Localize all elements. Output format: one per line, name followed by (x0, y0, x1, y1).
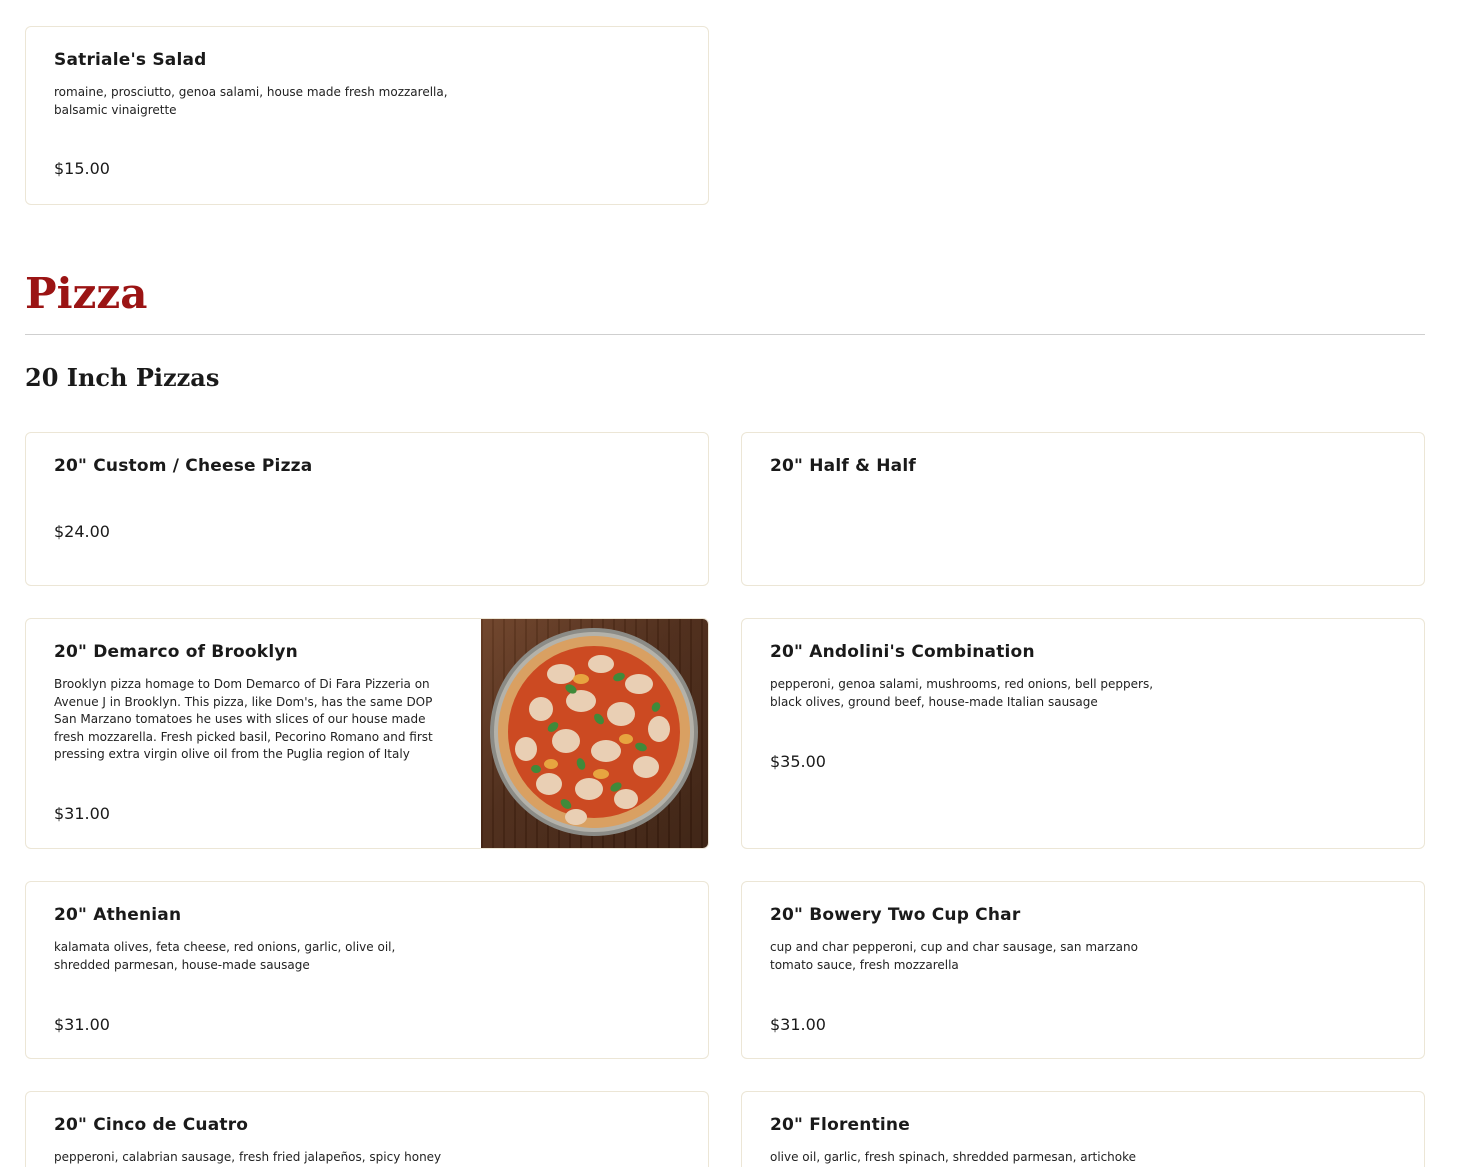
menu-item-price: $31.00 (770, 1015, 826, 1034)
menu-item-name: 20" Cinco de Cuatro (54, 1115, 249, 1135)
menu-item-card[interactable]: 20" Bowery Two Cup Char cup and char pep… (741, 881, 1425, 1059)
menu-item-description: pepperoni, calabrian sausage, fresh frie… (54, 1150, 442, 1164)
section-title: Pizza (25, 269, 148, 318)
subsection-title: 20 Inch Pizzas (25, 363, 220, 392)
menu-item-card[interactable]: Satriale's Salad romaine, prosciutto, ge… (25, 26, 709, 205)
menu-item-name: 20" Custom / Cheese Pizza (54, 456, 313, 476)
menu-item-price: $24.00 (54, 522, 110, 541)
pizza-photo[interactable] (481, 619, 708, 848)
menu-item-name: 20" Andolini's Combination (770, 642, 1035, 662)
menu-item-card[interactable]: 20" Florentine olive oil, garlic, fresh … (741, 1091, 1425, 1167)
menu-item-card[interactable]: 20" Custom / Cheese Pizza $24.00 (25, 432, 709, 586)
menu-item-name: Satriale's Salad (54, 50, 207, 70)
menu-item-name: 20" Half & Half (770, 456, 916, 476)
menu-item-description: olive oil, garlic, fresh spinach, shredd… (770, 1150, 1137, 1164)
menu-item-price: $31.00 (54, 804, 110, 823)
menu-item-description: Brooklyn pizza homage to Dom Demarco of … (54, 677, 433, 761)
menu-item-description: pepperoni, genoa salami, mushrooms, red … (770, 677, 1154, 709)
menu-item-card[interactable]: 20" Andolini's Combination pepperoni, ge… (741, 618, 1425, 849)
menu-item-card[interactable]: 20" Demarco of Brooklyn Brooklyn pizza h… (25, 618, 709, 849)
menu-item-description: cup and char pepperoni, cup and char sau… (770, 940, 1138, 972)
menu-item-card[interactable]: 20" Half & Half (741, 432, 1425, 586)
section-divider (25, 334, 1425, 335)
menu-item-price: $31.00 (54, 1015, 110, 1034)
menu-item-name: 20" Florentine (770, 1115, 910, 1135)
menu-item-card[interactable]: 20" Athenian kalamata olives, feta chees… (25, 881, 709, 1059)
menu-item-name: 20" Bowery Two Cup Char (770, 905, 1021, 925)
menu-item-price: $15.00 (54, 159, 110, 178)
menu-item-card[interactable]: 20" Cinco de Cuatro pepperoni, calabrian… (25, 1091, 709, 1167)
menu-item-name: 20" Athenian (54, 905, 182, 925)
menu-item-name: 20" Demarco of Brooklyn (54, 642, 298, 662)
menu-item-price: $35.00 (770, 752, 826, 771)
menu-item-description: kalamata olives, feta cheese, red onions… (54, 940, 396, 972)
menu-item-description: romaine, prosciutto, genoa salami, house… (54, 85, 448, 117)
